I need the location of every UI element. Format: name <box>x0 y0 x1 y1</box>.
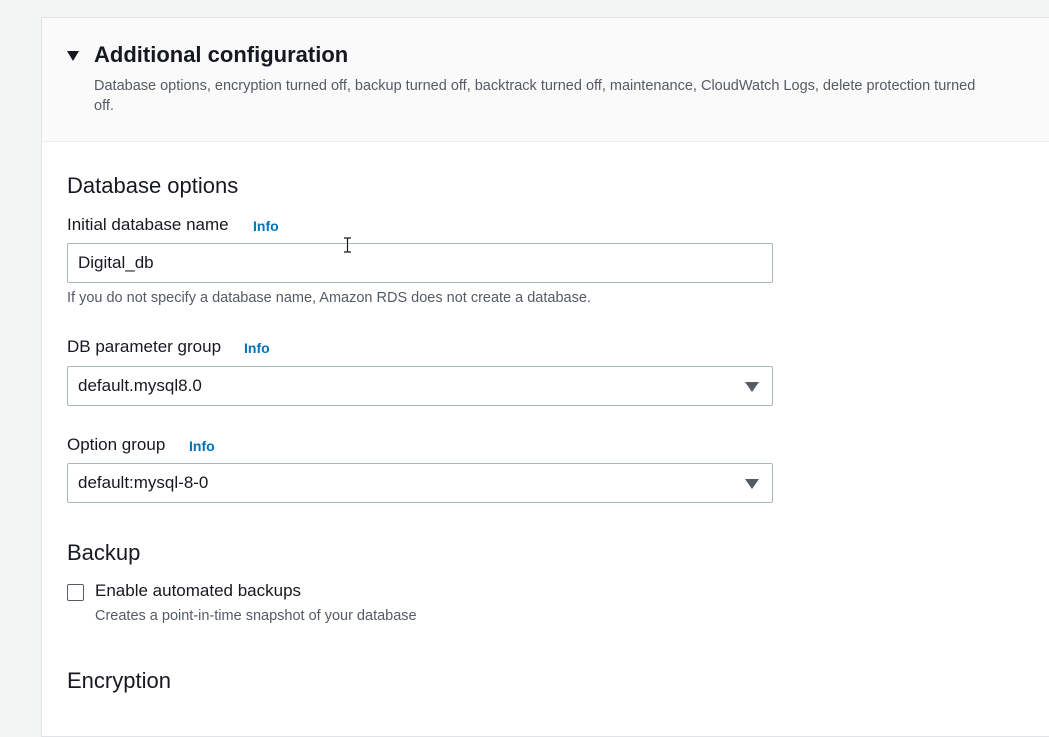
db-parameter-group-label: DB parameter group <box>67 337 222 356</box>
database-options-heading: Database options <box>67 173 239 198</box>
db-parameter-group-info-link[interactable]: Info <box>244 340 270 356</box>
initial-database-name-info-link[interactable]: Info <box>253 218 279 234</box>
additional-configuration-description: Database options, encryption turned off,… <box>94 78 976 114</box>
triangle-down-icon <box>745 479 759 489</box>
option-group-selected-value: default:mysql-8-0 <box>78 473 209 492</box>
option-group-label: Option group <box>67 435 166 454</box>
additional-configuration-header[interactable]: Additional configuration Database option… <box>42 18 1049 142</box>
initial-database-name-label: Initial database name <box>67 215 229 234</box>
additional-configuration-panel: Additional configuration Database option… <box>41 17 1049 737</box>
caret-down-icon[interactable] <box>67 51 79 61</box>
text-cursor-icon <box>344 237 351 253</box>
option-group-select[interactable]: default:mysql-8-0 <box>67 463 773 503</box>
triangle-down-icon <box>745 382 759 392</box>
backup-heading: Backup <box>67 540 141 565</box>
enable-automated-backups-description: Creates a point-in-time snapshot of your… <box>95 608 417 624</box>
db-parameter-group-selected-value: default.mysql8.0 <box>78 376 202 395</box>
initial-database-name-input[interactable] <box>67 243 773 283</box>
additional-configuration-title[interactable]: Additional configuration <box>94 42 348 68</box>
enable-automated-backups-checkbox[interactable] <box>67 584 84 601</box>
option-group-info-link[interactable]: Info <box>189 438 215 454</box>
db-parameter-group-select[interactable]: default.mysql8.0 <box>67 366 773 406</box>
encryption-heading: Encryption <box>67 668 171 693</box>
enable-automated-backups-label[interactable]: Enable automated backups <box>95 581 301 601</box>
initial-database-name-hint: If you do not specify a database name, A… <box>67 290 591 306</box>
